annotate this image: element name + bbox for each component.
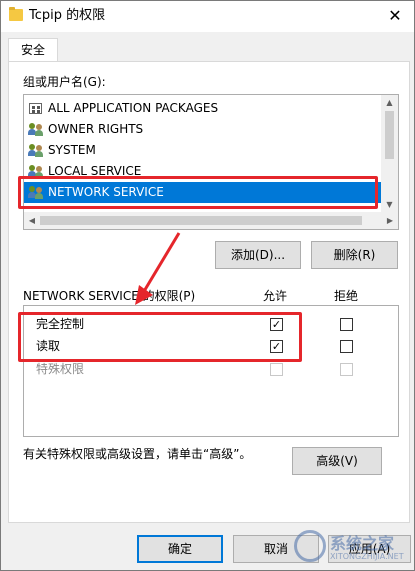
- watermark-text: 系统之家: [330, 534, 395, 553]
- permissions-dialog: Tcpip 的权限 ✕ 安全 组或用户名(G): ALL APPLICATION…: [0, 0, 415, 571]
- watermark-logo: 系统之家 XITONGZHIJIA.NET: [292, 526, 412, 568]
- annotation-arrow: [135, 232, 181, 305]
- watermark-subtext: XITONGZHIJIA.NET: [330, 552, 404, 561]
- watermark-icon: [294, 530, 326, 562]
